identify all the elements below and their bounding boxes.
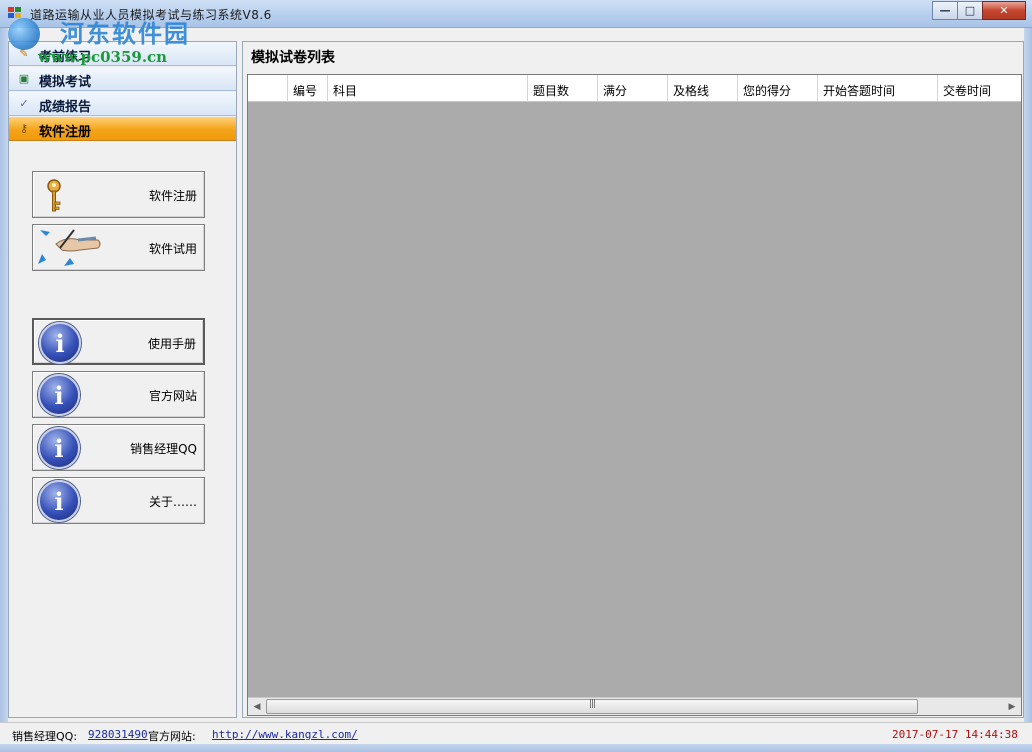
column-header-label: 开始答题时间: [823, 84, 896, 98]
nav-item-practice[interactable]: ✎ 考前练习: [9, 42, 236, 66]
info-icon: i: [38, 427, 80, 469]
key-icon: [47, 179, 61, 212]
nav-item-label: 软件注册: [39, 125, 92, 140]
column-header-start-time[interactable]: 开始答题时间: [818, 75, 938, 102]
column-header-full-score[interactable]: 满分: [598, 75, 668, 102]
scroll-right-arrow-icon[interactable]: ▶: [1004, 699, 1020, 715]
window-left-border: [0, 28, 8, 722]
trial-button[interactable]: 软件试用: [32, 224, 205, 271]
website-label: 官方网站:: [148, 730, 196, 743]
nav-item-mock-exam[interactable]: ▣ 模拟考试: [9, 67, 236, 91]
panel-title: 模拟试卷列表: [251, 50, 335, 66]
column-header-label: 您的得分: [743, 84, 792, 98]
window-bottom-border: [0, 744, 1032, 752]
exam-icon: ▣: [18, 72, 30, 85]
nav-item-registration[interactable]: ⚷ 软件注册: [9, 117, 236, 141]
register-button[interactable]: 软件注册: [32, 171, 205, 218]
exam-list-panel: 模拟试卷列表 编号 科目 题目数 满分 及格线 您的得分 开始答题时间 交卷时间…: [242, 41, 1024, 718]
row-header-column: [248, 75, 288, 102]
register-button-label: 软件注册: [148, 189, 197, 203]
trial-hand-icon: [38, 229, 101, 266]
sales-qq-button-label: 销售经理QQ: [130, 442, 197, 456]
manual-button-label: 使用手册: [147, 337, 196, 351]
sales-qq-button[interactable]: i 销售经理QQ: [32, 424, 205, 471]
exam-list-grid[interactable]: 编号 科目 题目数 满分 及格线 您的得分 开始答题时间 交卷时间 ◀ ||| …: [247, 74, 1022, 716]
minimize-button[interactable]: —: [932, 1, 958, 20]
nav-item-label: 模拟考试: [39, 75, 92, 90]
window-title: 道路运输从业人员模拟考试与练习系统V8.6: [30, 8, 272, 22]
sales-qq-link[interactable]: 928031490: [88, 728, 148, 741]
info-icon: i: [38, 374, 80, 416]
manual-button[interactable]: i 使用手册: [32, 318, 205, 365]
website-link[interactable]: http://www.kangzl.com/: [212, 728, 358, 741]
app-icon: [8, 7, 22, 19]
sales-qq-label: 销售经理QQ:: [12, 730, 78, 743]
grid-header: 编号 科目 题目数 满分 及格线 您的得分 开始答题时间 交卷时间: [248, 75, 1021, 102]
nav-item-label: 成绩报告: [39, 100, 92, 115]
column-header-submit-time[interactable]: 交卷时间: [938, 75, 1021, 102]
column-header-subject[interactable]: 科目: [328, 75, 528, 102]
status-datetime: 2017-07-17 14:44:38: [892, 728, 1018, 741]
website-button-label: 官方网站: [148, 389, 197, 403]
window-right-border: [1024, 28, 1032, 744]
website-button[interactable]: i 官方网站: [32, 371, 205, 418]
column-header-label: 科目: [333, 84, 358, 98]
column-header-passing-score[interactable]: 及格线: [668, 75, 738, 102]
column-header-label: 编号: [293, 84, 318, 98]
column-header-your-score[interactable]: 您的得分: [738, 75, 818, 102]
column-header-question-count[interactable]: 题目数: [528, 75, 598, 102]
close-button[interactable]: ✕: [982, 1, 1026, 20]
column-header-id[interactable]: 编号: [288, 75, 328, 102]
column-header-label: 及格线: [673, 84, 710, 98]
column-header-label: 满分: [603, 84, 628, 98]
about-button[interactable]: i 关于……: [32, 477, 205, 524]
trial-button-label: 软件试用: [148, 242, 197, 256]
column-header-label: 题目数: [533, 84, 570, 98]
scrollbar-thumb[interactable]: |||: [266, 699, 918, 714]
maximize-button[interactable]: □: [957, 1, 983, 20]
info-icon: i: [39, 322, 81, 364]
nav-item-score-report[interactable]: ✓ 成绩报告: [9, 92, 236, 116]
column-header-label: 交卷时间: [943, 84, 992, 98]
title-bar[interactable]: 道路运输从业人员模拟考试与练习系统V8.6 — □ ✕: [0, 0, 1032, 28]
report-icon: ✓: [19, 97, 29, 110]
nav-item-label: 考前练习: [39, 50, 92, 65]
horizontal-scrollbar[interactable]: ◀ ||| ▶: [248, 697, 1021, 715]
about-button-label: 关于……: [148, 495, 197, 509]
window-controls: — □ ✕: [932, 1, 1026, 21]
scroll-left-arrow-icon[interactable]: ◀: [249, 699, 265, 715]
sidebar: ✎ 考前练习 ▣ 模拟考试 ✓ 成绩报告 ⚷ 软件注册 软件注册 软件试用 i …: [8, 41, 237, 718]
info-icon: i: [38, 480, 80, 522]
status-bar: 销售经理QQ: 928031490 官方网站: http://www.kangz…: [0, 722, 1032, 744]
key-icon: ⚷: [19, 122, 29, 135]
practice-icon: ✎: [19, 47, 29, 60]
